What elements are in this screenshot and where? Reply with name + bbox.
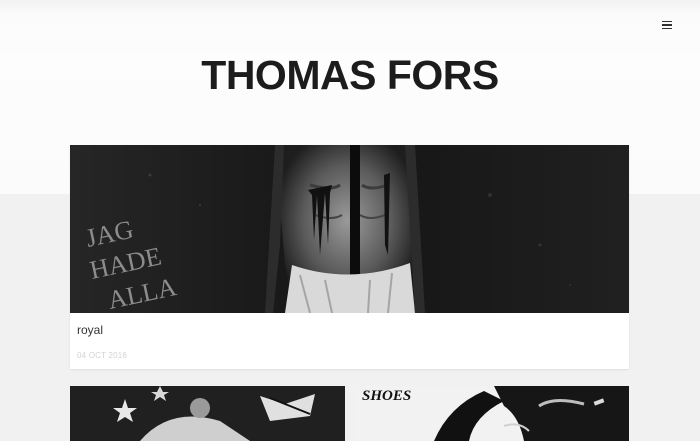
post-date: 04 OCT 2016 bbox=[77, 351, 128, 360]
post-thumbnail-right[interactable]: SHOES bbox=[354, 386, 629, 441]
hamburger-menu-icon[interactable] bbox=[658, 17, 676, 33]
thumbnail-text: SHOES bbox=[362, 388, 411, 404]
post-image[interactable]: JAG HADE ALLA bbox=[70, 145, 629, 313]
site-title: THOMAS FORS bbox=[201, 52, 499, 98]
post-thumbnail-left[interactable] bbox=[70, 386, 345, 441]
post-title[interactable]: royal bbox=[77, 323, 103, 337]
post-card[interactable]: JAG HADE ALLA royal 04 OCT 2016 bbox=[70, 145, 629, 369]
post-meta: royal 04 OCT 2016 bbox=[70, 313, 629, 369]
